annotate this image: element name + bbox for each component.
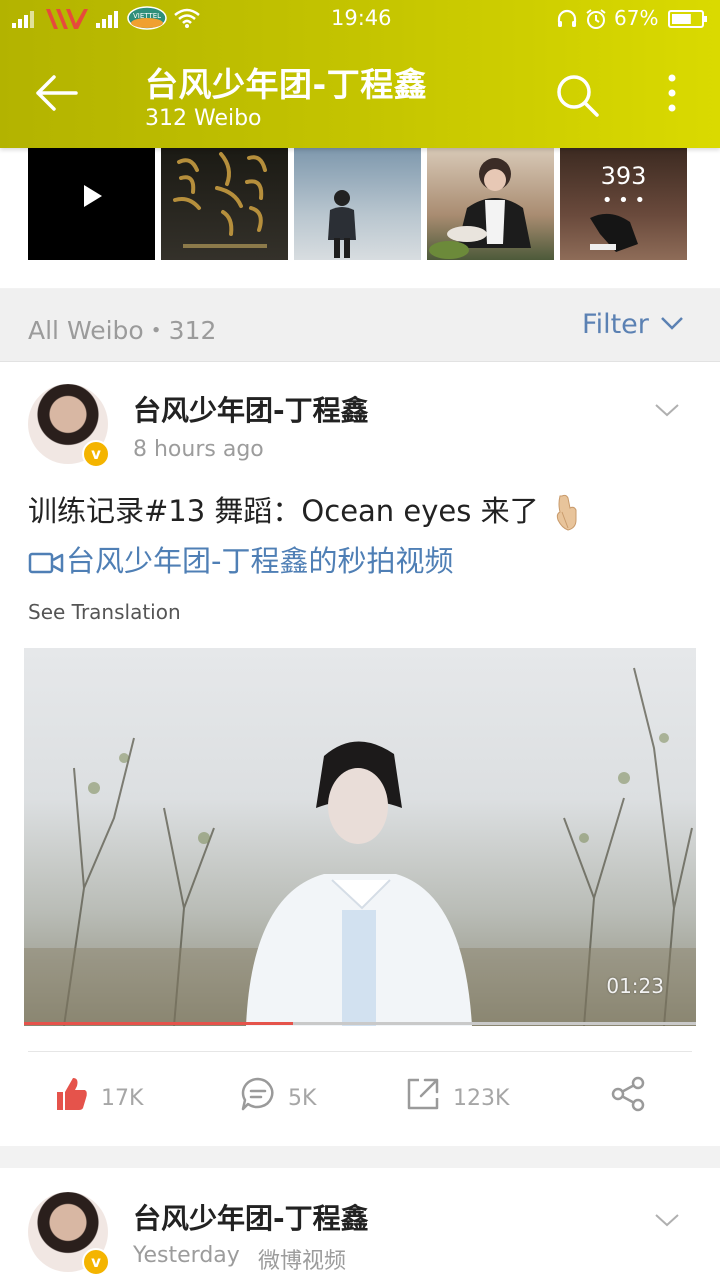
- post-source: 微博视频: [258, 1249, 347, 1274]
- media-thumb-more[interactable]: 393 • • •: [560, 148, 687, 260]
- post-card-2: v 台风少年团-丁程鑫 Yesterday 微博视频: [0, 1168, 720, 1280]
- post-menu-chevron-icon[interactable]: [654, 402, 680, 418]
- like-count: 17K: [101, 1086, 144, 1111]
- media-thumb-photo[interactable]: [294, 148, 421, 260]
- media-strip: 393 • • •: [0, 148, 720, 288]
- comment-count: 5K: [288, 1086, 317, 1111]
- post-author[interactable]: 台风少年团-丁程鑫: [133, 1197, 369, 1237]
- video-player[interactable]: 01:23: [24, 648, 696, 1026]
- person-eating-image: [429, 158, 531, 259]
- app-header: VIETTEL 19:46 67% 台风少年团-丁程鑫 312 Weibo: [0, 0, 720, 148]
- thumbs-up-icon: [57, 1078, 87, 1110]
- video-progress-bar[interactable]: [24, 1022, 696, 1025]
- pointing-down-emoji-icon: [556, 494, 577, 531]
- share-icon: [611, 1076, 645, 1112]
- divider: [28, 1051, 692, 1052]
- filter-bar: All Weibo・312 Filter: [0, 289, 720, 362]
- repost-icon: [407, 1078, 439, 1110]
- signal-icon: [12, 11, 34, 28]
- more-options-icon[interactable]: [660, 72, 684, 116]
- search-icon[interactable]: [554, 72, 600, 118]
- video-progress-fill: [24, 1022, 293, 1025]
- more-dots: • • •: [601, 190, 646, 211]
- video-duration: 01:23: [606, 974, 664, 998]
- alarm-icon: [586, 9, 606, 29]
- media-thumb-photo-2[interactable]: [427, 148, 554, 260]
- video-frame-image: [24, 667, 696, 1026]
- battery-icon: [668, 10, 707, 28]
- post-video-link-text: 台风少年团-丁程鑫的秒拍视频: [66, 544, 454, 578]
- person-in-field-image: [328, 190, 356, 258]
- chevron-down-icon: [661, 317, 683, 330]
- carrier-badge-text: VIETTEL: [133, 12, 161, 20]
- video-camera-icon: [28, 552, 64, 574]
- media-thumb-video[interactable]: [28, 148, 155, 260]
- status-bar: VIETTEL 19:46 67%: [0, 0, 720, 36]
- verified-badge-icon: v: [82, 440, 110, 468]
- repost-count: 123K: [453, 1086, 510, 1111]
- more-count: 393: [600, 162, 647, 190]
- post-time: 8 hours ago: [133, 437, 264, 462]
- media-thumb-poster[interactable]: [161, 148, 288, 260]
- battery-percent: 67%: [614, 6, 659, 30]
- carrier-logo-icon: [46, 9, 88, 29]
- back-button[interactable]: [32, 72, 80, 114]
- page-title: 台风少年团-丁程鑫: [145, 65, 428, 104]
- headset-icon: [557, 9, 577, 27]
- status-time: 19:46: [331, 6, 392, 30]
- carrier-badge-icon: VIETTEL: [127, 6, 167, 30]
- filter-button[interactable]: Filter: [582, 309, 683, 343]
- play-icon: [84, 185, 102, 207]
- post-author[interactable]: 台风少年团-丁程鑫: [133, 389, 369, 429]
- calligraphy-poster-image: [173, 152, 267, 248]
- verified-badge-icon: v: [82, 1248, 110, 1276]
- comment-icon: [241, 1077, 274, 1111]
- all-weibo-count: All Weibo・312: [28, 316, 217, 345]
- signal-icon-2: [96, 11, 118, 28]
- wifi-icon: [174, 8, 200, 28]
- post-video-link[interactable]: 台风少年团-丁程鑫的秒拍视频: [28, 538, 453, 580]
- see-translation-link[interactable]: See Translation: [28, 600, 181, 624]
- post-time: Yesterday: [133, 1243, 240, 1268]
- page-subtitle: 312 Weibo: [145, 106, 262, 131]
- post-card: v 台风少年团-丁程鑫 8 hours ago 训练记录#13 舞蹈：Ocean…: [0, 362, 720, 1146]
- filter-label: Filter: [582, 309, 649, 340]
- post-text-content: 训练记录#13 舞蹈：Ocean eyes 来了: [28, 494, 539, 528]
- post-text: 训练记录#13 舞蹈：Ocean eyes 来了: [28, 488, 580, 532]
- post-menu-chevron-icon[interactable]: [654, 1212, 680, 1228]
